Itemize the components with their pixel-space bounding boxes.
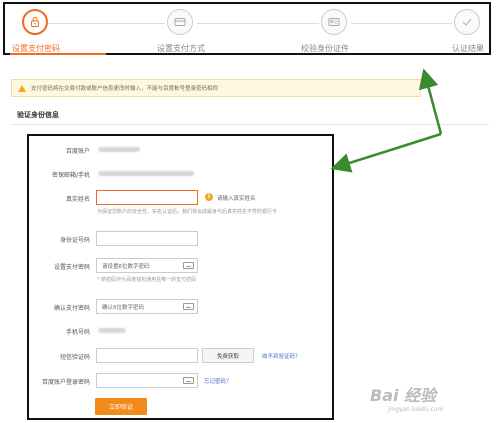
annotation-box bbox=[27, 134, 334, 420]
step-connector bbox=[48, 23, 165, 24]
warning-icon bbox=[18, 84, 26, 92]
id-card-icon bbox=[328, 18, 340, 26]
lock-icon bbox=[31, 17, 39, 27]
watermark: Bai 经验 jingyan.baidu.com bbox=[370, 382, 443, 413]
progress-stepper: 设置支付密码 设置支付方式 校验身份证件 认证结果 bbox=[3, 2, 491, 55]
step-3-circle bbox=[321, 9, 347, 35]
watermark-logo: Bai 经验 bbox=[370, 386, 437, 405]
section-title: 验证身份信息 bbox=[17, 111, 59, 119]
divider bbox=[11, 124, 489, 125]
arrow-line bbox=[330, 132, 442, 173]
step-2-label: 设置支付方式 bbox=[157, 44, 205, 53]
watermark-url: jingyan.baidu.com bbox=[388, 406, 444, 413]
step-2-circle bbox=[167, 9, 193, 35]
check-icon bbox=[462, 18, 472, 26]
notice-bar: 支付密码将在交易付款或账户信息更改时输入，不能与百度帐号登录密码相同 bbox=[11, 79, 421, 97]
arrow-line bbox=[418, 68, 443, 135]
active-step-underline bbox=[10, 53, 106, 55]
step-4-circle bbox=[454, 9, 480, 35]
step-1-circle bbox=[22, 9, 48, 35]
step-connector bbox=[351, 23, 452, 24]
step-4-label: 认证结果 bbox=[452, 44, 484, 53]
notice-text: 支付密码将在交易付款或账户信息更改时输入，不能与百度帐号登录密码相同 bbox=[31, 86, 219, 92]
card-icon bbox=[174, 18, 186, 26]
step-connector bbox=[197, 23, 319, 24]
step-3-label: 校验身份证件 bbox=[301, 44, 349, 53]
